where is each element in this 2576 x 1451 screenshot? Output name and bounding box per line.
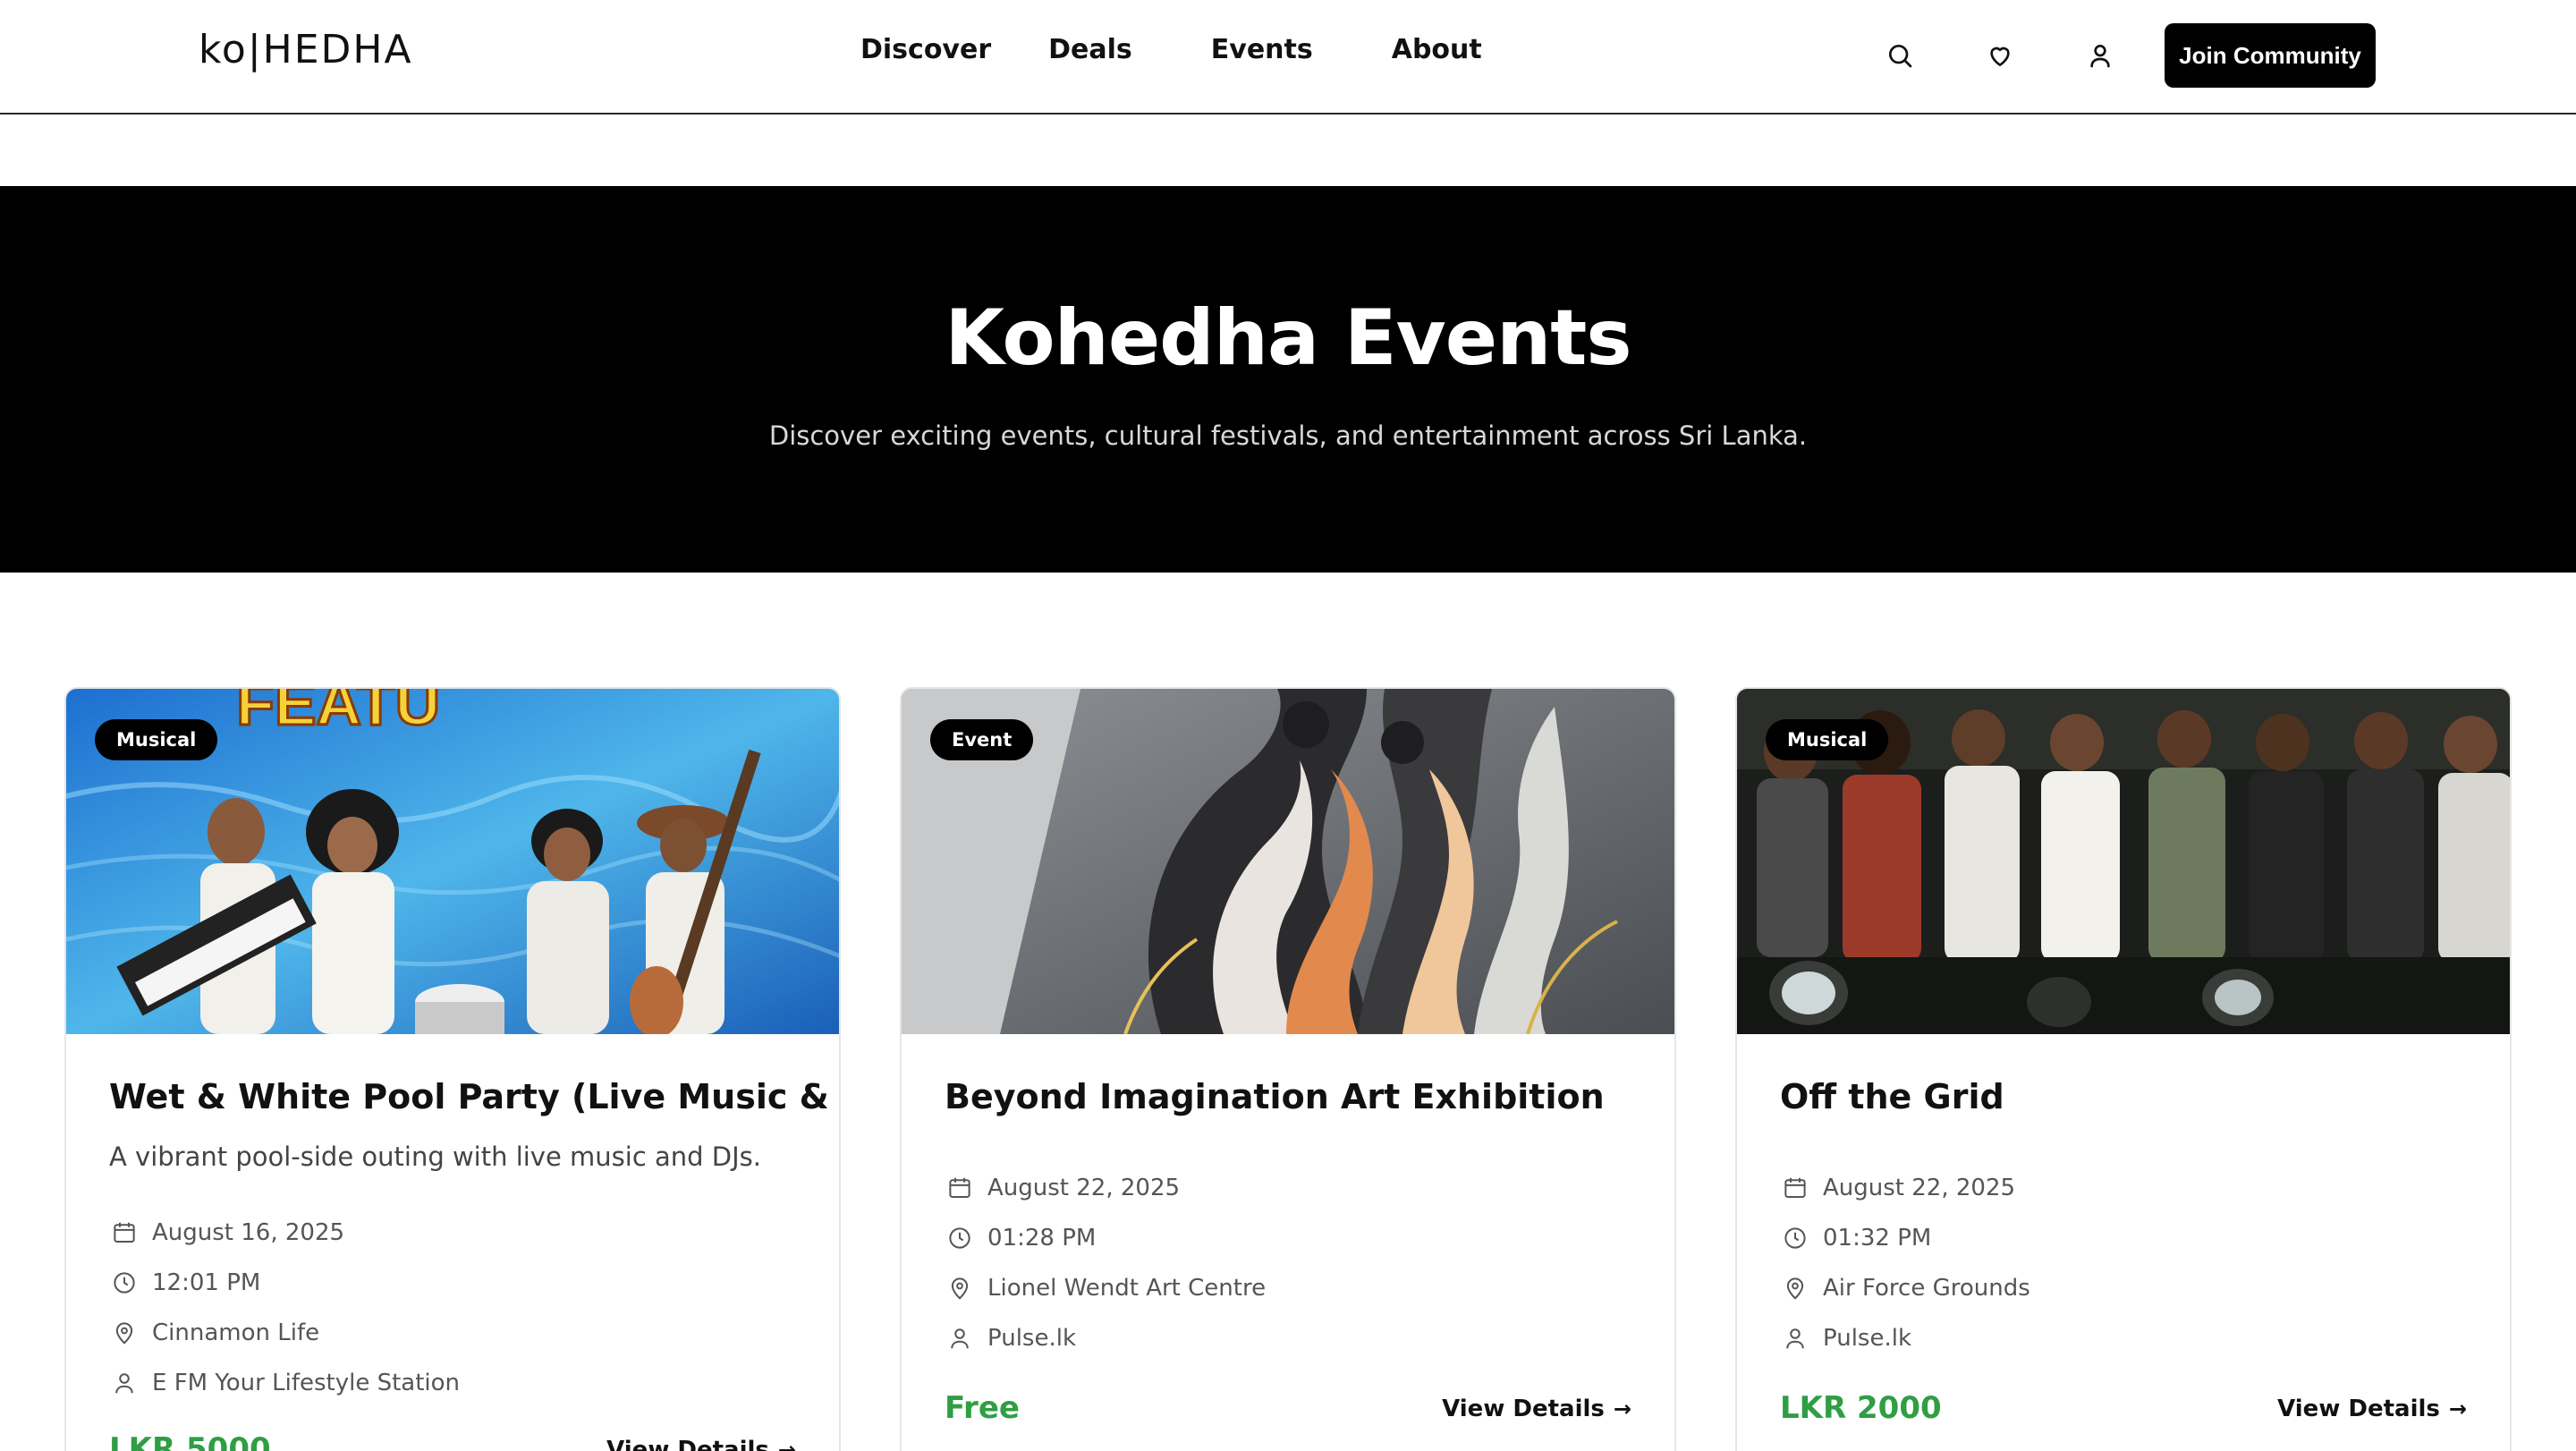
event-meta: August 16, 2025 12:01 PM Cinnamon Life E… — [109, 1208, 460, 1408]
event-date: August 22, 2025 — [1780, 1163, 2030, 1213]
location-pin-icon — [945, 1273, 975, 1303]
event-date: August 22, 2025 — [945, 1163, 1266, 1213]
event-card[interactable]: Musical Off the Grid August 22, 2025 01:… — [1735, 687, 2512, 1451]
event-time: 01:32 PM — [1780, 1213, 2030, 1263]
calendar-icon — [1780, 1173, 1810, 1203]
main-nav: Discover Deals Events About — [860, 34, 1539, 65]
event-card[interactable]: Event Beyond Imagination Art Exhibition … — [900, 687, 1676, 1451]
svg-text:FEATU: FEATU — [236, 689, 440, 738]
event-card[interactable]: FEATU Musical Wet & White Pool Party (Li… — [64, 687, 841, 1451]
arrow-right-icon: → — [777, 1438, 796, 1451]
arrow-right-icon: → — [1613, 1396, 1631, 1421]
user-icon — [1780, 1323, 1810, 1353]
user-icon[interactable] — [2080, 36, 2120, 75]
nav-discover[interactable]: Discover — [860, 34, 991, 65]
site-logo[interactable]: ko|HEDHA — [199, 27, 413, 72]
page-subtitle: Discover exciting events, cultural festi… — [768, 420, 1808, 451]
join-community-button[interactable]: Join Community — [2165, 23, 2376, 88]
site-header: ko|HEDHA Discover Deals Events About Joi… — [0, 0, 2576, 115]
event-time: 01:28 PM — [945, 1213, 1266, 1263]
calendar-icon — [109, 1218, 140, 1248]
arrow-right-icon: → — [2448, 1396, 2467, 1421]
event-date: August 16, 2025 — [109, 1208, 460, 1258]
event-organizer: Pulse.lk — [945, 1313, 1266, 1363]
event-price: Free — [945, 1390, 1020, 1426]
user-icon — [109, 1368, 140, 1398]
nav-deals[interactable]: Deals — [1048, 34, 1132, 65]
event-organizer: E FM Your Lifestyle Station — [109, 1358, 460, 1408]
clock-icon — [1780, 1223, 1810, 1253]
view-details-link[interactable]: View Details → — [1442, 1396, 1631, 1422]
event-title[interactable]: Wet & White Pool Party (Live Music & DJs… — [109, 1077, 839, 1116]
user-icon — [945, 1323, 975, 1353]
event-location: Cinnamon Life — [109, 1308, 460, 1358]
view-details-link[interactable]: View Details → — [606, 1437, 796, 1451]
event-time: 12:01 PM — [109, 1258, 460, 1308]
event-description: A vibrant pool-side outing with live mus… — [109, 1141, 761, 1172]
location-pin-icon — [1780, 1273, 1810, 1303]
event-location: Air Force Grounds — [1780, 1263, 2030, 1313]
event-meta: August 22, 2025 01:32 PM Air Force Groun… — [1780, 1163, 2030, 1363]
view-details-link[interactable]: View Details → — [2277, 1396, 2467, 1422]
event-title[interactable]: Beyond Imagination Art Exhibition — [945, 1077, 1605, 1116]
calendar-icon — [945, 1173, 975, 1203]
event-organizer: Pulse.lk — [1780, 1313, 2030, 1363]
event-location: Lionel Wendt Art Centre — [945, 1263, 1266, 1313]
event-meta: August 22, 2025 01:28 PM Lionel Wendt Ar… — [945, 1163, 1266, 1363]
clock-icon — [109, 1268, 140, 1298]
event-price: LKR 2000 — [1780, 1390, 1942, 1426]
hero-banner: Kohedha Events Discover exciting events,… — [0, 186, 2576, 573]
event-title[interactable]: Off the Grid — [1780, 1077, 2004, 1116]
event-price: LKR 5000 — [109, 1431, 271, 1451]
clock-icon — [945, 1223, 975, 1253]
category-badge: Musical — [1766, 719, 1889, 760]
heart-icon[interactable] — [1980, 36, 2020, 75]
location-pin-icon — [109, 1318, 140, 1348]
nav-about[interactable]: About — [1392, 34, 1482, 65]
search-icon[interactable] — [1880, 36, 1919, 75]
page-title: Kohedha Events — [945, 293, 1631, 383]
nav-events[interactable]: Events — [1211, 34, 1313, 65]
category-badge: Musical — [95, 719, 218, 760]
category-badge: Event — [930, 719, 1034, 760]
